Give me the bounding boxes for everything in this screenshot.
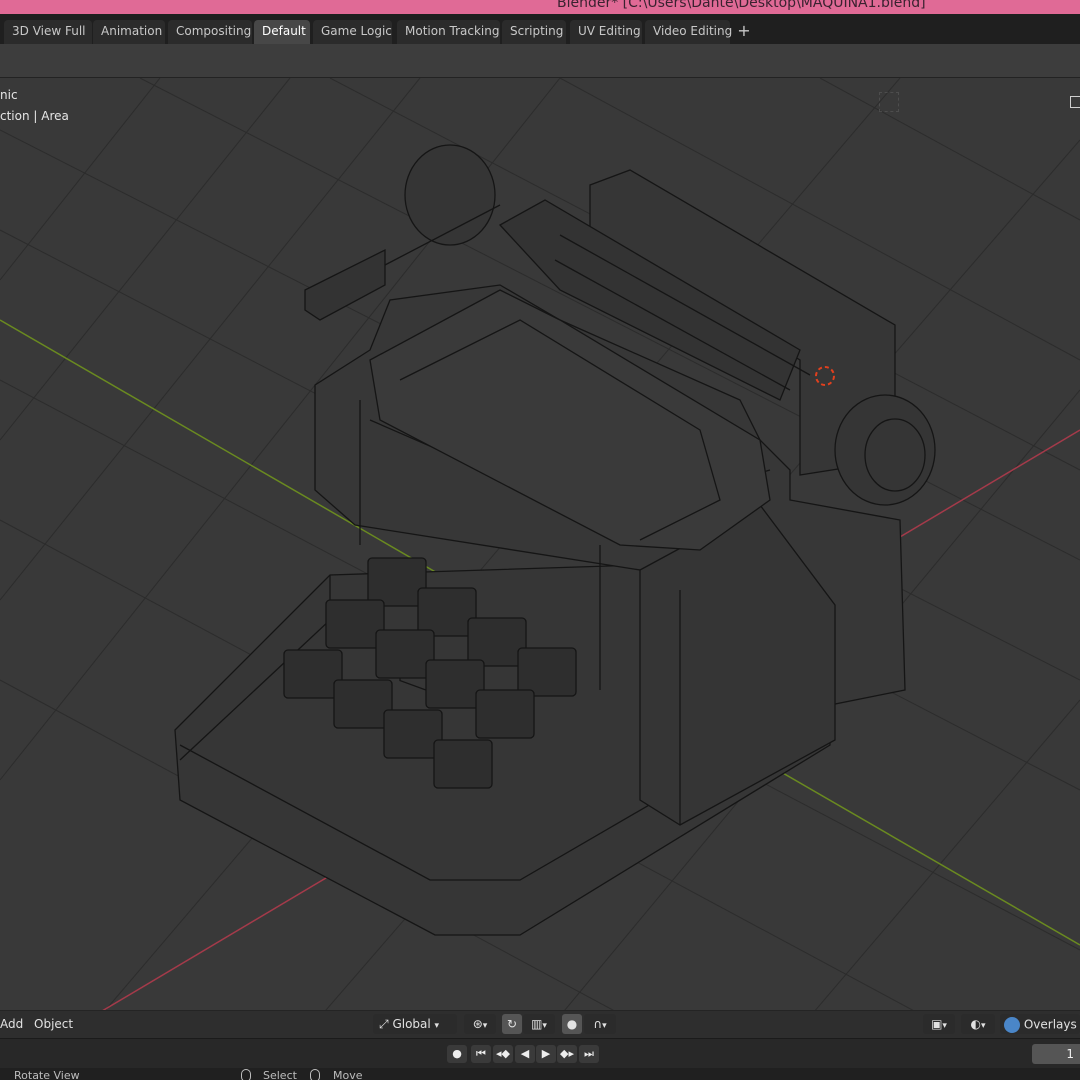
pivot-point-dropdown[interactable]: ⊛▾ [464, 1014, 496, 1034]
orientation-icon: ⤢ [379, 1017, 389, 1031]
status-bar: Rotate View Select Move [0, 1068, 1080, 1080]
navigation-gizmo-icon[interactable] [879, 92, 899, 112]
tab-compositing[interactable]: Compositing [168, 20, 252, 44]
next-keyframe-icon: ◆▸ [560, 1047, 574, 1060]
overlays-label: Overlays [1023, 1017, 1077, 1032]
proportional-icon: ● [566, 1017, 578, 1031]
viewport-scene [0, 78, 1080, 1036]
gizmo-visibility-dropdown[interactable]: ◐▾ [961, 1014, 995, 1034]
snap-mode-icon: ▥ [531, 1017, 543, 1031]
window-title-bar: Blender* [C:\Users\Dante\Desktop\MAQUINA… [0, 0, 1080, 14]
status-rotate-view: Rotate View [14, 1069, 80, 1080]
play-reverse-button[interactable]: ◀ [515, 1045, 535, 1063]
visibility-icon: ◐ [970, 1017, 981, 1031]
viewport-header [0, 44, 1080, 78]
workspace-tab-bar: 3D View Full Animation Compositing Defau… [0, 14, 1080, 44]
tab-3d-view-full[interactable]: 3D View Full [4, 20, 92, 44]
snap-mode-dropdown[interactable]: ▥▾ [523, 1014, 555, 1034]
play-reverse-icon: ◀ [520, 1047, 530, 1060]
play-button[interactable]: ▶ [536, 1045, 556, 1063]
tab-uv-editing[interactable]: UV Editing [570, 20, 642, 44]
next-keyframe-button[interactable]: ◆▸ [557, 1045, 577, 1063]
record-keyframes-button[interactable]: ● [447, 1045, 467, 1063]
jump-end-icon: ⏭ [584, 1047, 594, 1060]
typewriter-wireframe [174, 144, 936, 936]
pivot-icon: ⊛ [472, 1017, 483, 1031]
falloff-icon: ∩ [593, 1017, 603, 1031]
tab-default[interactable]: Default [254, 20, 310, 44]
chevron-down-icon: ▾ [434, 1021, 440, 1031]
viewport-footer: Add Object ⤢ Global ▾ ⊛▾ ↻ ▥▾ ● ∩▾ ▣▾ ◐▾… [0, 1010, 1080, 1038]
jump-to-start-button[interactable]: ⏮ [471, 1045, 491, 1063]
menu-add[interactable]: Add [0, 1017, 23, 1031]
tab-video-editing[interactable]: Video Editing [645, 20, 732, 44]
add-workspace-button[interactable]: + [734, 22, 754, 42]
timeline-header: ● ⏮ ◂◆ ◀ ▶ ◆▸ ⏭ 1 [0, 1038, 1080, 1069]
tab-animation[interactable]: Animation [93, 20, 165, 44]
grid-toggle-icon[interactable] [1070, 96, 1080, 108]
overlays-button[interactable]: Overlays [1000, 1014, 1080, 1034]
snap-toggle[interactable]: ↻ [502, 1014, 522, 1034]
tab-motion-tracking[interactable]: Motion Tracking [397, 20, 500, 44]
orientation-value: Global [392, 1017, 431, 1031]
viewport-view-label: nic [0, 88, 18, 102]
record-icon: ● [452, 1047, 462, 1060]
menu-object[interactable]: Object [34, 1017, 73, 1031]
overlays-icon [1004, 1016, 1020, 1033]
window-title: Blender* [C:\Users\Dante\Desktop\MAQUINA… [557, 0, 926, 11]
proportional-falloff-dropdown[interactable]: ∩▾ [584, 1014, 616, 1034]
jump-to-end-button[interactable]: ⏭ [579, 1045, 599, 1063]
mouse-right-icon [310, 1069, 320, 1080]
tab-game-logic[interactable]: Game Logic [313, 20, 392, 44]
status-select: Select [263, 1069, 297, 1080]
transform-orientation-dropdown[interactable]: ⤢ Global ▾ [373, 1014, 457, 1034]
proportional-editing-toggle[interactable]: ● [562, 1014, 582, 1034]
tab-scripting[interactable]: Scripting [502, 20, 566, 44]
3d-viewport[interactable]: nic ction | Area [0, 78, 1080, 1036]
object-types-visibility-dropdown[interactable]: ▣▾ [923, 1014, 955, 1034]
jump-start-icon: ⏮ [476, 1047, 486, 1060]
current-frame-field[interactable]: 1 [1032, 1044, 1080, 1064]
viewport-collection-label: ction | Area [0, 109, 69, 123]
play-icon: ▶ [541, 1047, 551, 1060]
mouse-left-icon [241, 1069, 251, 1080]
snap-icon: ↻ [506, 1017, 518, 1031]
status-move: Move [333, 1069, 363, 1080]
prev-keyframe-icon: ◂◆ [496, 1047, 510, 1060]
view-object-types-icon: ▣ [931, 1017, 943, 1031]
previous-keyframe-button[interactable]: ◂◆ [493, 1045, 513, 1063]
